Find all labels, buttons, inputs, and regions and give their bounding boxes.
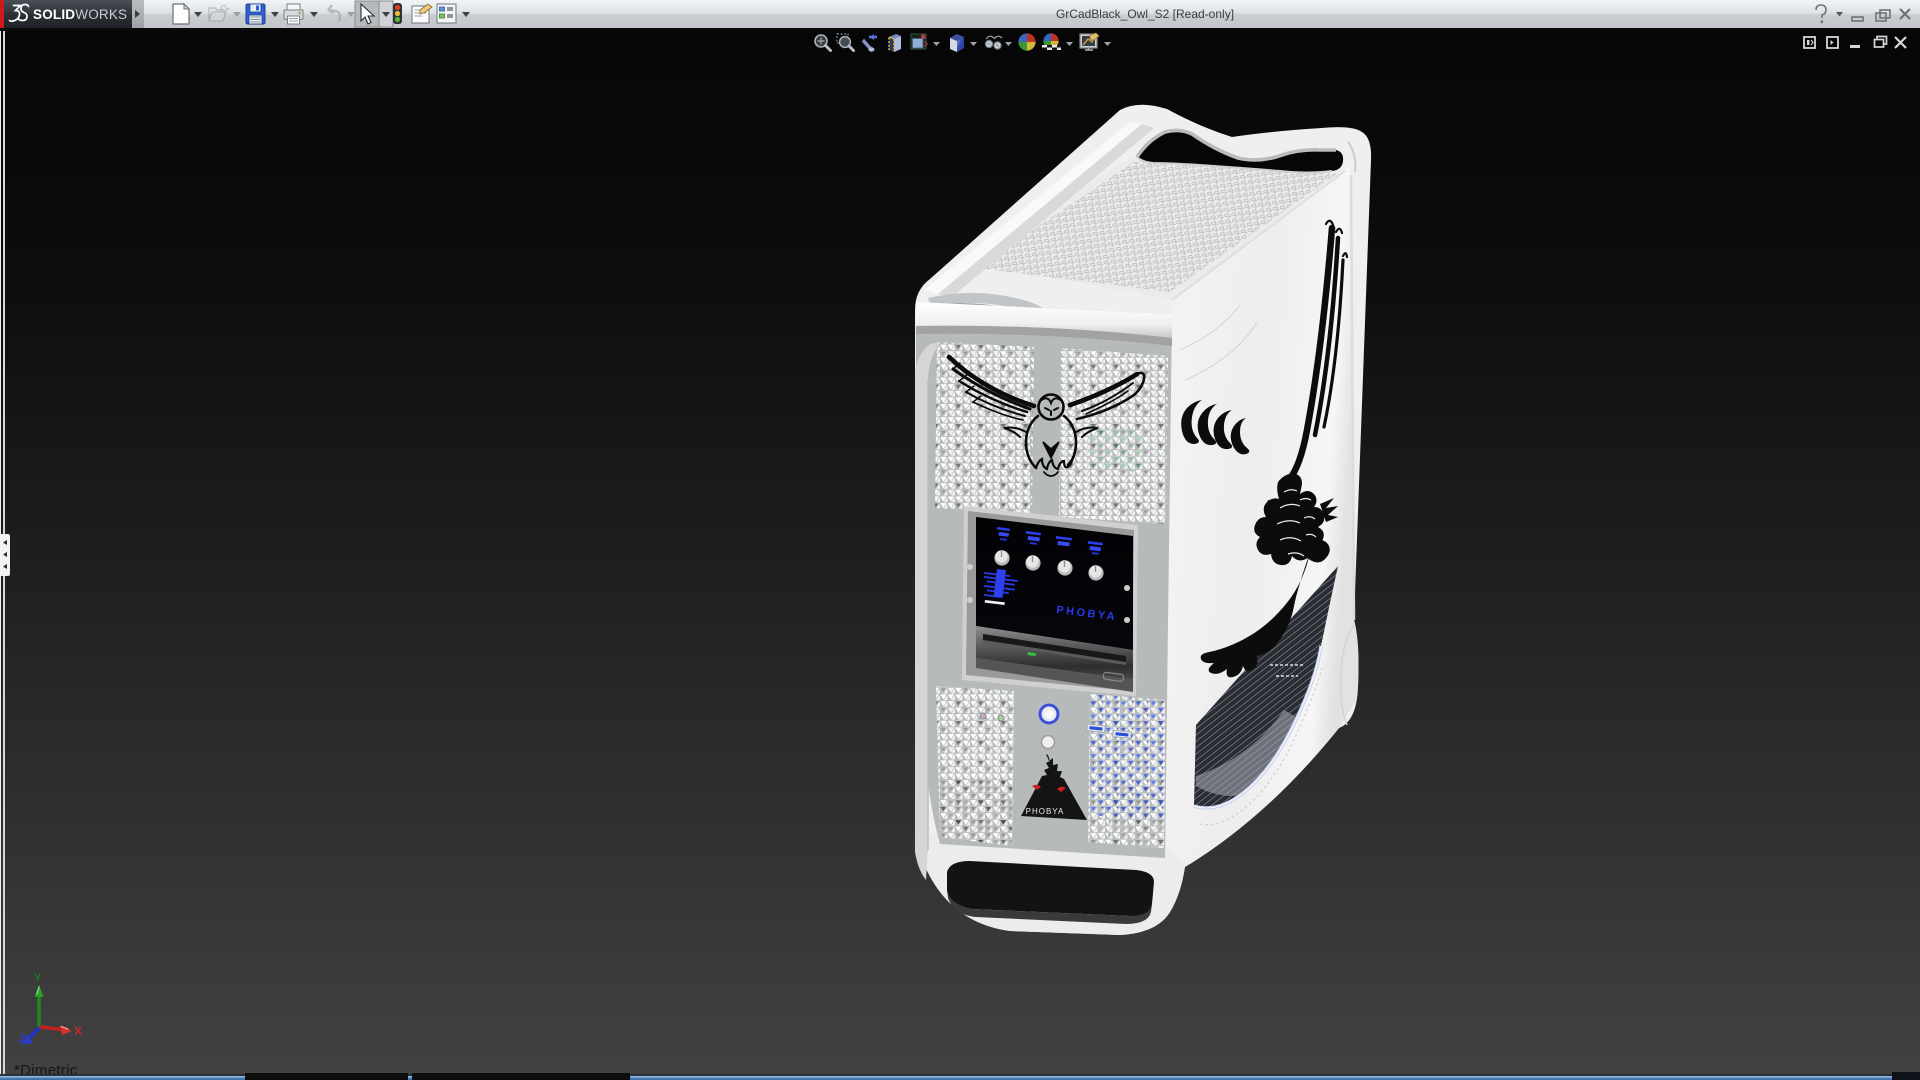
svg-text:SOLIDWORKS: SOLIDWORKS	[33, 7, 127, 22]
svg-text:X: X	[74, 1024, 82, 1038]
svg-text:Z: Z	[18, 1033, 27, 1045]
svg-text:Y: Y	[34, 972, 42, 984]
svg-text:PHOBYA: PHOBYA	[1026, 807, 1065, 816]
